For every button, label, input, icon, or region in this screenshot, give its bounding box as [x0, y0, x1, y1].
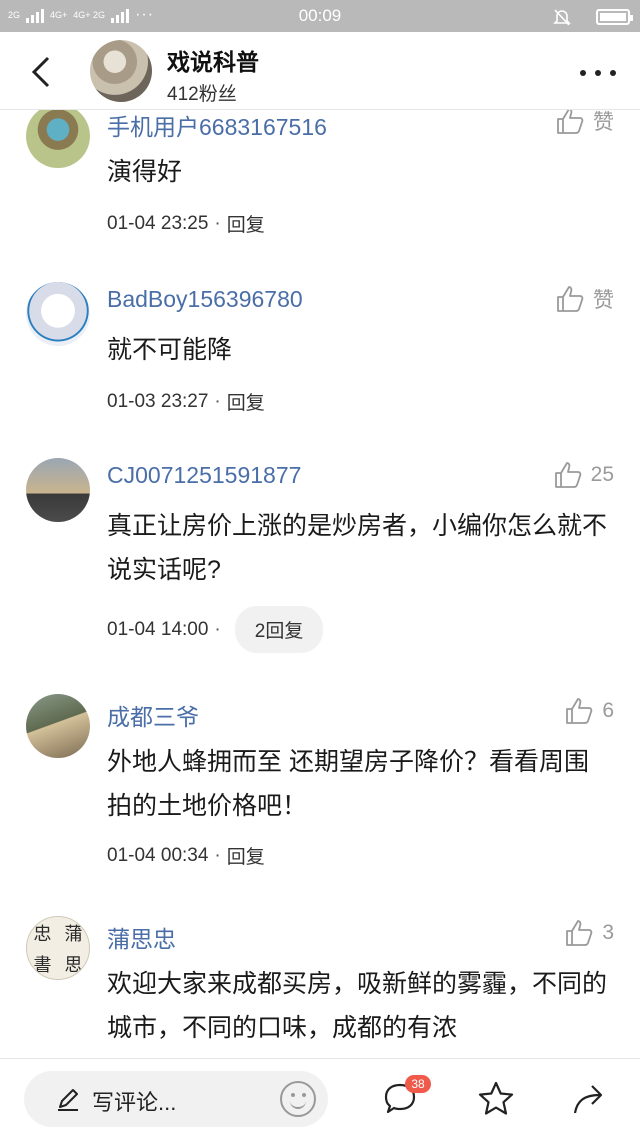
like-button[interactable]: 6	[564, 696, 614, 726]
user-avatar[interactable]: 忠 蒲 書 思	[26, 916, 90, 980]
thumbs-up-icon	[566, 920, 593, 946]
meta-separator: ·	[214, 390, 221, 412]
follower-count: 412粉丝	[167, 84, 237, 105]
bell-off-icon	[553, 9, 571, 26]
meta-separator: ·	[214, 618, 221, 640]
avatar-calligraphy: 思	[64, 954, 83, 976]
comment-username[interactable]: 蒲思忠	[107, 920, 176, 954]
like-count: 25	[590, 463, 614, 486]
share-icon[interactable]	[570, 1079, 610, 1119]
bottom-bar: 写评论... 38	[0, 1058, 640, 1138]
back-arrow-icon[interactable]	[26, 52, 56, 92]
meta-separator: ·	[214, 844, 221, 866]
avatar-calligraphy: 蒲	[64, 923, 83, 945]
star-icon[interactable]	[476, 1079, 516, 1119]
like-button[interactable]: 3	[564, 918, 614, 948]
like-count: 3	[602, 921, 614, 944]
avatar-calligraphy: 書	[33, 954, 52, 976]
top-bar: 戏说科普 412粉丝	[0, 32, 640, 110]
user-avatar[interactable]	[26, 282, 90, 346]
user-avatar[interactable]	[26, 110, 90, 168]
comment-text: 就不可能降	[107, 336, 233, 364]
comment-time: 01-04 23:25	[107, 212, 209, 234]
comment-time: 01-03 23:27	[107, 390, 209, 412]
like-count: 6	[602, 699, 614, 722]
status-time: 00:09	[298, 6, 342, 25]
account-avatar[interactable]	[90, 40, 152, 102]
comment-username[interactable]: CJ0071251591877	[107, 462, 301, 489]
status-bar: 2G 4G+ 4G+ 2G ··· 00:09	[0, 0, 640, 32]
like-count: 赞	[593, 289, 614, 312]
comment-username[interactable]: BadBoy156396780	[107, 286, 303, 313]
thumbs-up-icon	[557, 110, 584, 134]
like-button[interactable]: 赞	[555, 284, 614, 314]
battery-icon	[596, 9, 633, 25]
comment-meta: 01-04 23:25 · 回复	[107, 210, 265, 237]
comment-text: 欢迎大家来成都买房，吸新鲜的雾霾，不同的城市，不同的口味，成都的有浓	[107, 970, 608, 1042]
replies-button[interactable]: 2回复	[234, 606, 324, 653]
comment-username[interactable]: 手机用户6683167516	[107, 110, 327, 142]
status-right	[552, 7, 633, 27]
comment-time: 01-04 00:34	[107, 844, 209, 866]
user-avatar[interactable]	[26, 458, 90, 522]
thumbs-up-icon	[566, 698, 593, 724]
comment-meta: 01-04 14:00 · 2回复	[107, 606, 324, 653]
reply-button[interactable]: 回复	[227, 210, 265, 237]
comment-list[interactable]: 手机用户6683167516 赞 演得好 01-04 23:25 · 回复 Ba…	[0, 110, 640, 1058]
meta-separator: ·	[214, 212, 221, 234]
comment-text: 真正让房价上涨的是炒房者，小编你怎么就不说实话呢?	[107, 512, 608, 584]
emoji-icon[interactable]	[280, 1081, 316, 1117]
user-avatar[interactable]	[26, 694, 90, 758]
comment-time: 01-04 14:00	[107, 618, 209, 640]
write-comment-input[interactable]: 写评论...	[24, 1071, 328, 1127]
thumbs-up-icon	[554, 462, 581, 488]
thumbs-up-icon	[557, 286, 584, 312]
pen-icon	[58, 1089, 78, 1111]
like-button[interactable]: 赞	[555, 110, 614, 136]
more-options-icon[interactable]	[580, 70, 616, 76]
avatar-calligraphy: 忠	[33, 923, 52, 945]
like-count: 赞	[593, 111, 614, 134]
comment-meta: 01-04 00:34 · 回复	[107, 842, 265, 869]
comment-text: 外地人蜂拥而至 还期望房子降价？看看周围拍的土地价格吧！	[107, 748, 589, 820]
write-comment-placeholder: 写评论...	[92, 1090, 177, 1115]
account-title[interactable]: 戏说科普	[167, 43, 259, 77]
reply-button[interactable]: 回复	[227, 842, 265, 869]
comment-username[interactable]: 成都三爷	[107, 698, 199, 732]
reply-button[interactable]: 回复	[227, 388, 265, 415]
comment-meta: 01-03 23:27 · 回复	[107, 388, 265, 415]
comment-count-badge: 38	[405, 1075, 431, 1093]
comment-text: 演得好	[107, 158, 183, 186]
like-button[interactable]: 25	[553, 460, 614, 490]
